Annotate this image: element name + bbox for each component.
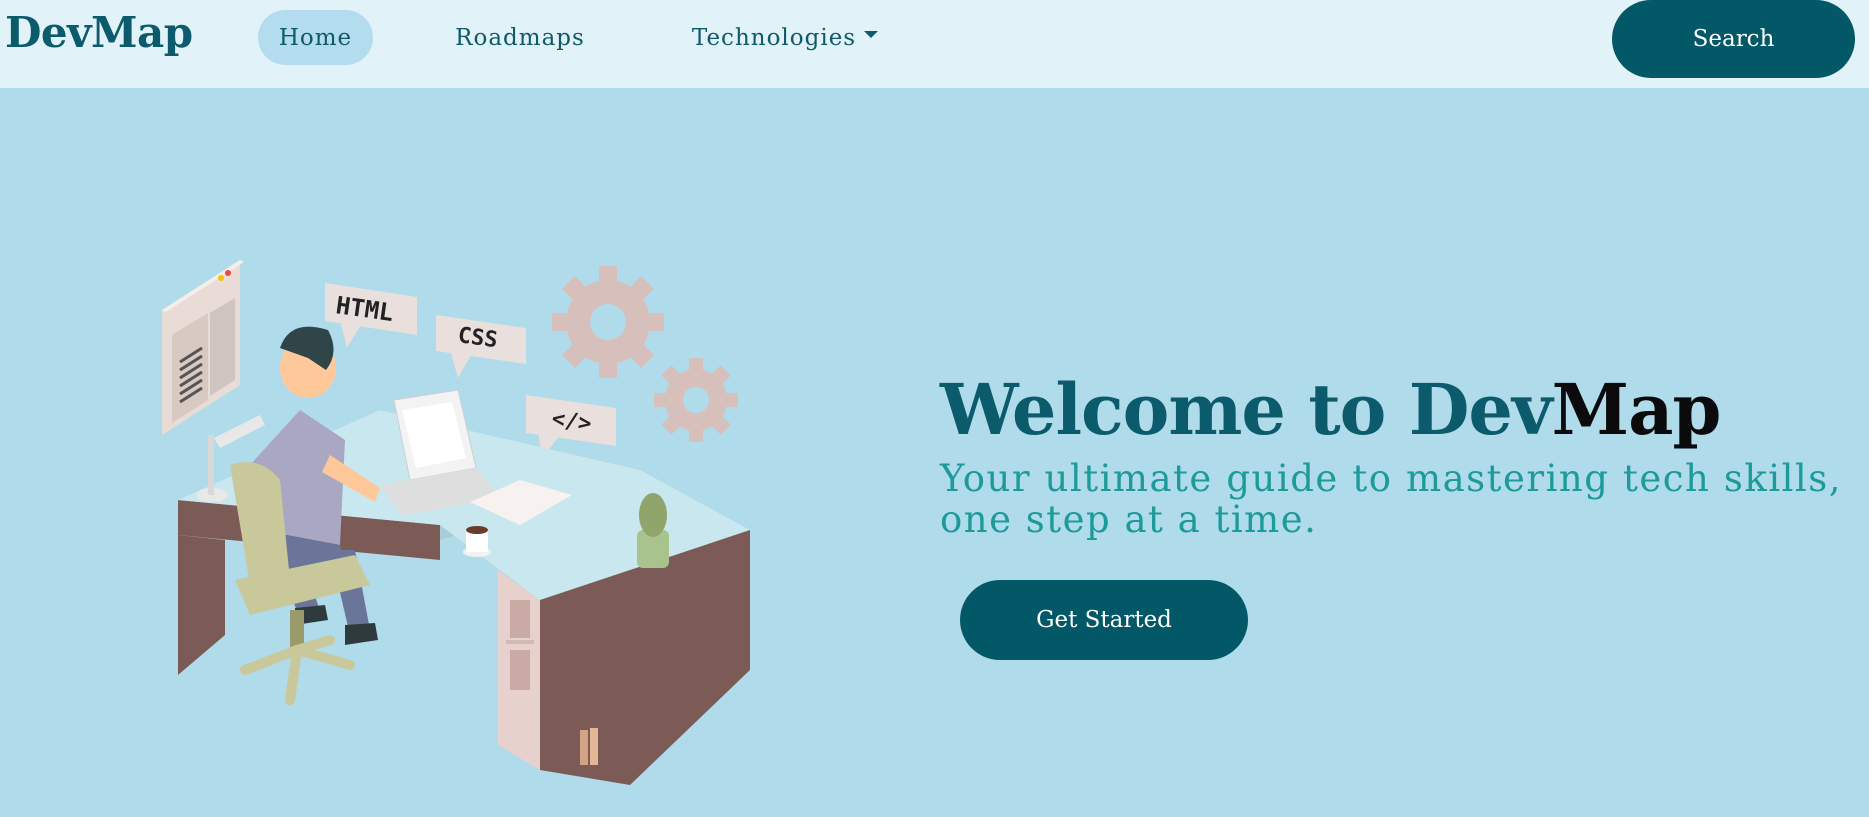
search-button[interactable]: Search xyxy=(1612,0,1855,78)
nav-technologies-dropdown[interactable]: Technologies xyxy=(685,10,885,65)
caret-down-icon xyxy=(864,31,879,38)
developer-desk-illustration: HTML CSS </> xyxy=(162,260,750,785)
navbar: DevMap Home Roadmaps Technologies Search xyxy=(0,0,1869,88)
hero-subtitle: Your ultimate guide to mastering tech sk… xyxy=(940,457,1842,541)
nav-home[interactable]: Home xyxy=(258,10,373,65)
hero-title-part1: Welcome to Dev xyxy=(940,368,1553,451)
gear-small-icon xyxy=(654,358,738,442)
nav-home-label: Home xyxy=(278,24,353,51)
wall-panel-illustration xyxy=(162,260,244,435)
cactus-illustration xyxy=(637,493,669,568)
coffee-cup-illustration xyxy=(463,526,491,557)
brand-logo[interactable]: DevMap xyxy=(5,8,193,57)
gear-large-icon xyxy=(552,266,664,378)
hero-title: Welcome to DevMap xyxy=(940,368,1722,451)
nav-technologies-label: Technologies xyxy=(691,24,857,51)
hero-title-accent: Map xyxy=(1551,368,1722,451)
get-started-button[interactable]: Get Started xyxy=(960,580,1248,660)
nav-roadmaps-label: Roadmaps xyxy=(455,24,585,51)
css-bubble: CSS xyxy=(436,315,526,378)
html-bubble: HTML xyxy=(325,283,417,348)
nav-roadmaps[interactable]: Roadmaps xyxy=(450,10,590,65)
